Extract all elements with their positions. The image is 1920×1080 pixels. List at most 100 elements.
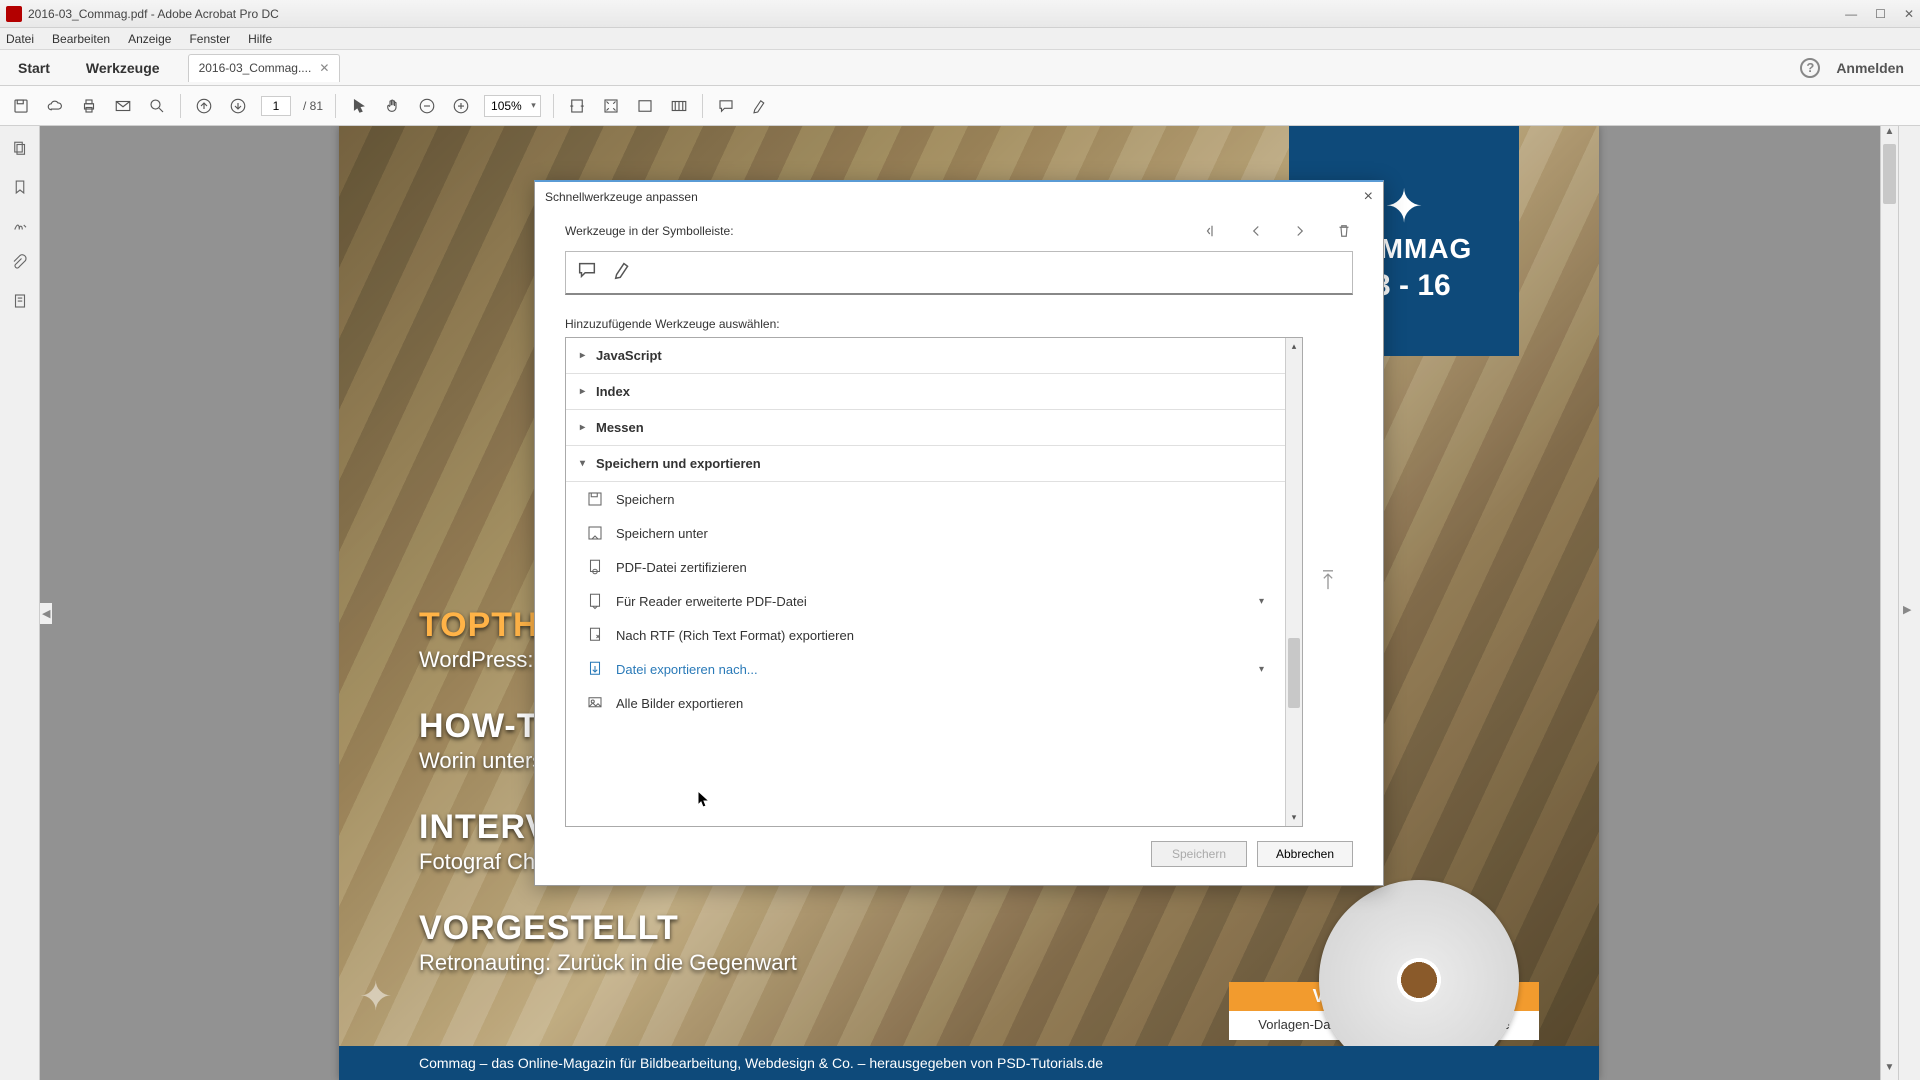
tab-werkzeuge[interactable]: Werkzeuge: [68, 50, 178, 85]
menu-bar: Datei Bearbeiten Anzeige Fenster Hilfe: [0, 28, 1920, 50]
tab-start[interactable]: Start: [0, 50, 68, 85]
tree-item-label: Datei exportieren nach...: [616, 662, 758, 677]
print-icon[interactable]: [78, 95, 100, 117]
page-total: / 81: [303, 99, 323, 113]
chevron-down-icon: ▾: [580, 458, 590, 469]
highlight-tool-icon[interactable]: [612, 259, 634, 286]
attachment-icon[interactable]: [11, 254, 29, 272]
chevron-down-icon: ▾: [1259, 664, 1264, 675]
tree-item-zertifizieren[interactable]: PDF-Datei zertifizieren: [566, 550, 1302, 584]
collapse-left-icon[interactable]: ◀: [40, 603, 52, 624]
page-footer: Commag – das Online-Magazin für Bildbear…: [339, 1046, 1599, 1080]
scroll-up-icon[interactable]: ▲: [1881, 126, 1898, 144]
help-icon[interactable]: ?: [1800, 58, 1820, 78]
right-rail: ▶: [1898, 126, 1920, 1080]
tree-item-reader-extended[interactable]: Für Reader erweiterte PDF-Datei ▾: [566, 584, 1302, 618]
next-page-icon[interactable]: [227, 95, 249, 117]
app-icon: [6, 6, 22, 22]
current-tools-box[interactable]: [565, 251, 1353, 295]
minimize-button[interactable]: —: [1845, 7, 1857, 21]
tree-item-datei-exportieren[interactable]: Datei exportieren nach... ▾: [566, 652, 1302, 686]
tree-item-alle-bilder[interactable]: Alle Bilder exportieren: [566, 686, 1302, 720]
customize-quick-tools-dialog: Schnellwerkzeuge anpassen × Werkzeuge in…: [534, 180, 1384, 886]
menu-fenster[interactable]: Fenster: [189, 32, 230, 46]
main-toolbar: / 81 105%: [0, 86, 1920, 126]
scroll-thumb[interactable]: [1883, 144, 1896, 204]
bookmark-icon[interactable]: [11, 178, 29, 196]
tree-item-label: PDF-Datei zertifizieren: [616, 560, 747, 575]
tree-category-index[interactable]: ▸Index: [566, 374, 1302, 410]
tree-item-speichern[interactable]: Speichern: [566, 482, 1302, 516]
chevron-down-icon: ▾: [1259, 596, 1264, 607]
tree-item-speichern-unter[interactable]: Speichern unter: [566, 516, 1302, 550]
scroll-down-icon[interactable]: ▾: [1286, 809, 1302, 826]
highlight-icon[interactable]: [749, 95, 771, 117]
tree-item-rtf-export[interactable]: Nach RTF (Rich Text Format) exportieren: [566, 618, 1302, 652]
search-icon[interactable]: [146, 95, 168, 117]
close-button[interactable]: ✕: [1904, 7, 1914, 21]
page-number-input[interactable]: [261, 96, 291, 116]
menu-bearbeiten[interactable]: Bearbeiten: [52, 32, 110, 46]
tree-item-label: Nach RTF (Rich Text Format) exportieren: [616, 628, 854, 643]
comment-tool-icon[interactable]: [576, 259, 598, 286]
tab-close-icon[interactable]: ✕: [319, 61, 329, 75]
tab-document[interactable]: 2016-03_Commag.... ✕: [188, 54, 341, 82]
maximize-button[interactable]: ☐: [1875, 7, 1886, 21]
save-icon: [586, 490, 604, 508]
vertical-scrollbar[interactable]: ▲ ▼: [1880, 126, 1898, 1080]
reading-icon[interactable]: [668, 95, 690, 117]
prev-page-icon[interactable]: [193, 95, 215, 117]
divider-icon[interactable]: [1203, 222, 1221, 245]
tab-document-label: 2016-03_Commag....: [199, 61, 312, 75]
add-tools-label: Hinzuzufügende Werkzeuge auswählen:: [565, 317, 1353, 331]
tree-category-javascript[interactable]: ▸JavaScript: [566, 338, 1302, 374]
delete-icon[interactable]: [1335, 222, 1353, 245]
separator: [335, 94, 336, 118]
dialog-close-icon[interactable]: ×: [1364, 188, 1373, 206]
mail-icon[interactable]: [112, 95, 134, 117]
anmelden-link[interactable]: Anmelden: [1836, 60, 1904, 76]
select-tool-icon[interactable]: [348, 95, 370, 117]
zoom-in-icon[interactable]: [450, 95, 472, 117]
zoom-out-icon[interactable]: [416, 95, 438, 117]
save-button: Speichern: [1151, 841, 1247, 867]
move-up-icon[interactable]: [1318, 567, 1338, 598]
cd-box: Virtuelle Heft-CD Vorlagen-Datei für ein…: [1229, 982, 1539, 1040]
chevron-right-icon: ▸: [580, 386, 590, 397]
current-tools-label: Werkzeuge in der Symbolleiste:: [565, 224, 734, 238]
export-rtf-icon: [586, 626, 604, 644]
scroll-up-icon[interactable]: ▴: [1286, 338, 1302, 355]
fullscreen-icon[interactable]: [634, 95, 656, 117]
section-heading: VORGESTELLT: [419, 909, 797, 948]
fit-page-icon[interactable]: [600, 95, 622, 117]
comment-icon[interactable]: [715, 95, 737, 117]
move-left-icon[interactable]: [1247, 222, 1265, 245]
hand-tool-icon[interactable]: [382, 95, 404, 117]
fit-width-icon[interactable]: [566, 95, 588, 117]
magazine-logo-icon: ✦: [1385, 179, 1424, 233]
zoom-select[interactable]: 105%: [484, 95, 541, 117]
cloud-icon[interactable]: [44, 95, 66, 117]
tree-scrollbar[interactable]: ▴ ▾: [1285, 338, 1302, 826]
thumbnails-icon[interactable]: [11, 140, 29, 158]
export-images-icon: [586, 694, 604, 712]
menu-hilfe[interactable]: Hilfe: [248, 32, 272, 46]
collapse-right-icon[interactable]: ▶: [1903, 603, 1911, 616]
cancel-button[interactable]: Abbrechen: [1257, 841, 1353, 867]
separator: [702, 94, 703, 118]
menu-datei[interactable]: Datei: [6, 32, 34, 46]
separator: [180, 94, 181, 118]
scroll-thumb[interactable]: [1288, 638, 1300, 708]
window-titlebar: 2016-03_Commag.pdf - Adobe Acrobat Pro D…: [0, 0, 1920, 28]
tree-category-speichern[interactable]: ▾Speichern und exportieren: [566, 446, 1302, 482]
move-right-icon[interactable]: [1291, 222, 1309, 245]
signature-icon[interactable]: [11, 216, 29, 234]
layers-icon[interactable]: [11, 292, 29, 310]
menu-anzeige[interactable]: Anzeige: [128, 32, 171, 46]
dialog-titlebar[interactable]: Schnellwerkzeuge anpassen ×: [535, 182, 1383, 212]
save-icon[interactable]: [10, 95, 32, 117]
scroll-down-icon[interactable]: ▼: [1881, 1062, 1898, 1080]
tools-tree[interactable]: ▸JavaScript ▸Index ▸Messen ▾Speichern un…: [565, 337, 1303, 827]
separator: [553, 94, 554, 118]
tree-category-messen[interactable]: ▸Messen: [566, 410, 1302, 446]
